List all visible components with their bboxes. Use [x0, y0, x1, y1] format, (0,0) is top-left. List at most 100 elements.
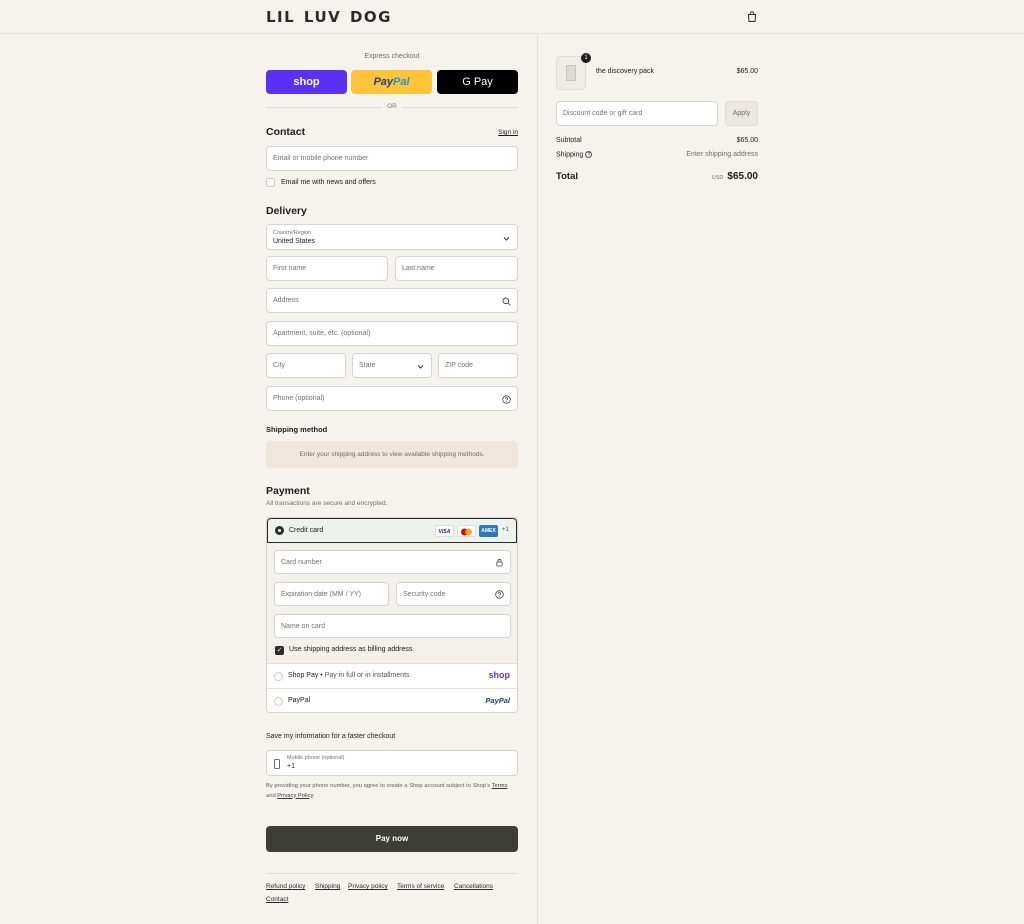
terms-link[interactable]: Terms: [492, 783, 508, 789]
phone-field[interactable]: Phone (optional): [266, 386, 518, 411]
paypal-button-label-a: Pay: [373, 76, 394, 88]
express-checkout-label: Express checkout: [364, 53, 420, 60]
pay-now-button[interactable]: Pay now: [266, 826, 518, 852]
security-code-field[interactable]: Security code: [396, 582, 511, 606]
credit-card-form: Card number Expiration date (MM / YY) Se…: [267, 543, 517, 663]
shop-pay-logo: shop: [488, 670, 511, 680]
shopping-bag-icon[interactable]: [747, 11, 757, 22]
terms-of-service-link[interactable]: Terms of service: [397, 883, 444, 890]
store-logo[interactable]: LIL LUV DOG: [266, 8, 392, 26]
name-on-card-field[interactable]: Name on card: [274, 614, 511, 638]
card-number-field[interactable]: Card number: [274, 550, 511, 574]
visa-icon: VISA: [435, 525, 454, 537]
state-placeholder: State: [359, 362, 376, 369]
google-pay-button[interactable]: G Pay: [437, 70, 518, 94]
paypal-button-label-b: Pal: [393, 76, 410, 88]
shop-pay-option-text: Shop Pay • Pay in full or in installment…: [288, 672, 410, 679]
delivery-title: Delivery: [266, 205, 307, 217]
shipping-label: Shipping: [556, 151, 584, 159]
news-label: Email me with news and offers: [281, 179, 376, 186]
shop-pay-button[interactable]: shop: [266, 70, 347, 94]
billing-same-label: Use shipping address as billing address: [289, 646, 413, 653]
paypal-radio[interactable]: [274, 697, 283, 706]
privacy-policy-footer-link[interactable]: Privacy policy: [348, 883, 388, 890]
zip-field[interactable]: ZIP code: [438, 353, 518, 378]
save-info-title: Save my information for a faster checkou…: [266, 733, 396, 740]
contact-link[interactable]: Contact: [266, 896, 288, 903]
shipping-value: Enter shipping address: [686, 151, 758, 158]
mobile-phone-value: +1: [287, 763, 295, 770]
legal-and: and: [266, 792, 276, 799]
zip-placeholder: ZIP code: [445, 362, 473, 369]
state-select[interactable]: State: [352, 353, 432, 378]
shop-pay-radio[interactable]: [274, 672, 283, 681]
quantity-badge: 1: [581, 53, 591, 63]
total-value: $65.00: [727, 171, 758, 182]
address-placeholder: Address: [273, 297, 299, 304]
apartment-field[interactable]: Apartment, suite, etc. (optional): [266, 321, 518, 346]
or-label: OR: [382, 103, 402, 110]
help-circle-icon[interactable]: ?: [585, 151, 593, 158]
country-label: Country/Region: [273, 230, 312, 236]
credit-card-radio[interactable]: [275, 526, 284, 535]
discount-code-field[interactable]: Discount code or gift card: [556, 101, 718, 126]
help-circle-icon[interactable]: [495, 590, 504, 599]
paypal-option[interactable]: PayPal PayPal: [267, 688, 517, 712]
chevron-down-icon: [417, 365, 424, 369]
help-circle-icon[interactable]: [502, 395, 511, 404]
product-image: [566, 65, 576, 81]
card-number-placeholder: Card number: [281, 559, 322, 566]
email-placeholder: Email or mobile phone number: [273, 155, 369, 162]
apply-discount-button[interactable]: Apply: [725, 101, 758, 126]
footer-divider: [266, 873, 518, 874]
shipping-method-title: Shipping method: [266, 425, 328, 434]
mobile-phone-field[interactable]: Mobile phone (optional) +1: [266, 750, 518, 776]
header: LIL LUV DOG: [0, 0, 1024, 34]
product-name: the discovery pack: [596, 68, 654, 75]
security-code-placeholder: Security code: [403, 591, 446, 598]
subtotal-value: $65.00: [736, 137, 758, 144]
privacy-policy-link[interactable]: Privacy Policy: [277, 793, 313, 799]
credit-card-label: Credit card: [289, 527, 324, 534]
phone-placeholder: Phone (optional): [273, 395, 325, 402]
credit-card-option[interactable]: Credit card VISA AMEX +1: [267, 518, 517, 543]
payment-methods: Credit card VISA AMEX +1 Card number Exp…: [266, 517, 518, 713]
city-field[interactable]: City: [266, 353, 346, 378]
paypal-logo: PayPal: [485, 696, 510, 705]
last-name-placeholder: Last name: [402, 265, 435, 272]
sign-in-link[interactable]: Sign in: [498, 129, 518, 136]
column-divider: [537, 34, 538, 924]
payment-title: Payment: [266, 485, 310, 497]
shipping-link[interactable]: Shipping: [315, 883, 340, 890]
country-select[interactable]: Country/Region United States: [266, 224, 518, 250]
shop-pay-option[interactable]: Shop Pay • Pay in full or in installment…: [267, 663, 517, 688]
expiration-field[interactable]: Expiration date (MM / YY): [274, 582, 389, 606]
address-field[interactable]: Address: [266, 288, 518, 313]
product-price: $65.00: [736, 68, 758, 75]
cancellations-link[interactable]: Cancellations: [454, 883, 493, 890]
shop-pay-desc: Pay in full or in installments: [324, 672, 410, 679]
legal-notice: By providing your phone number, you agre…: [266, 782, 518, 801]
last-name-field[interactable]: Last name: [395, 256, 518, 281]
refund-policy-link[interactable]: Refund policy: [266, 883, 305, 890]
mobile-phone-icon: [274, 759, 280, 769]
news-checkbox[interactable]: [266, 178, 275, 187]
discount-placeholder: Discount code or gift card: [563, 110, 643, 117]
first-name-field[interactable]: First name: [266, 256, 388, 281]
first-name-placeholder: First name: [273, 265, 307, 272]
shipping-method-note: Enter your shipping address to view avai…: [266, 441, 518, 468]
chevron-down-icon: [503, 237, 510, 241]
expiration-placeholder: Expiration date (MM / YY): [281, 591, 362, 598]
legal-prefix: By providing your phone number, you agre…: [266, 783, 491, 789]
contact-title: Contact: [266, 126, 306, 138]
legal-period: .: [312, 792, 315, 799]
total-label: Total: [556, 171, 578, 182]
apartment-placeholder: Apartment, suite, etc. (optional): [273, 330, 371, 337]
payment-subtitle: All transactions are secure and encrypte…: [266, 500, 388, 507]
paypal-button[interactable]: PayPal: [351, 70, 432, 94]
currency-code: USD: [711, 175, 724, 181]
more-cards-count: +1: [502, 527, 509, 533]
email-field[interactable]: Email or mobile phone number: [266, 146, 518, 171]
country-value: United States: [273, 238, 316, 245]
billing-same-checkbox[interactable]: ✓: [275, 646, 284, 655]
